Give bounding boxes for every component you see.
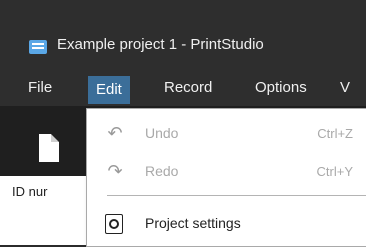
- redo-shortcut: Ctrl+Y: [316, 164, 353, 179]
- menu-view[interactable]: V: [340, 79, 350, 96]
- menu-item-redo: ↷ Redo Ctrl+Y: [87, 155, 366, 189]
- column-header-id[interactable]: ID nur: [12, 184, 47, 199]
- project-settings-label: Project settings: [145, 215, 241, 231]
- menu-edit[interactable]: Edit: [88, 76, 130, 104]
- project-settings-icon: [105, 214, 123, 234]
- menu-options[interactable]: Options: [255, 79, 307, 96]
- undo-shortcut: Ctrl+Z: [317, 126, 353, 141]
- app-icon: [29, 40, 47, 54]
- menu-record[interactable]: Record: [164, 79, 212, 96]
- undo-icon: ↶: [107, 123, 123, 143]
- new-document-icon[interactable]: [39, 134, 59, 162]
- redo-label: Redo: [145, 163, 179, 179]
- edit-menu-dropdown: ↶ Undo Ctrl+Z ↷ Redo Ctrl+Y Project sett…: [86, 108, 366, 247]
- redo-icon: ↷: [107, 161, 123, 181]
- menu-file[interactable]: File: [28, 79, 52, 96]
- menu-separator: [107, 195, 366, 196]
- undo-label: Undo: [145, 125, 179, 141]
- menu-item-project-settings[interactable]: Project settings: [87, 207, 366, 241]
- menu-item-undo: ↶ Undo Ctrl+Z: [87, 117, 366, 151]
- window-title: Example project 1 - PrintStudio: [57, 36, 264, 53]
